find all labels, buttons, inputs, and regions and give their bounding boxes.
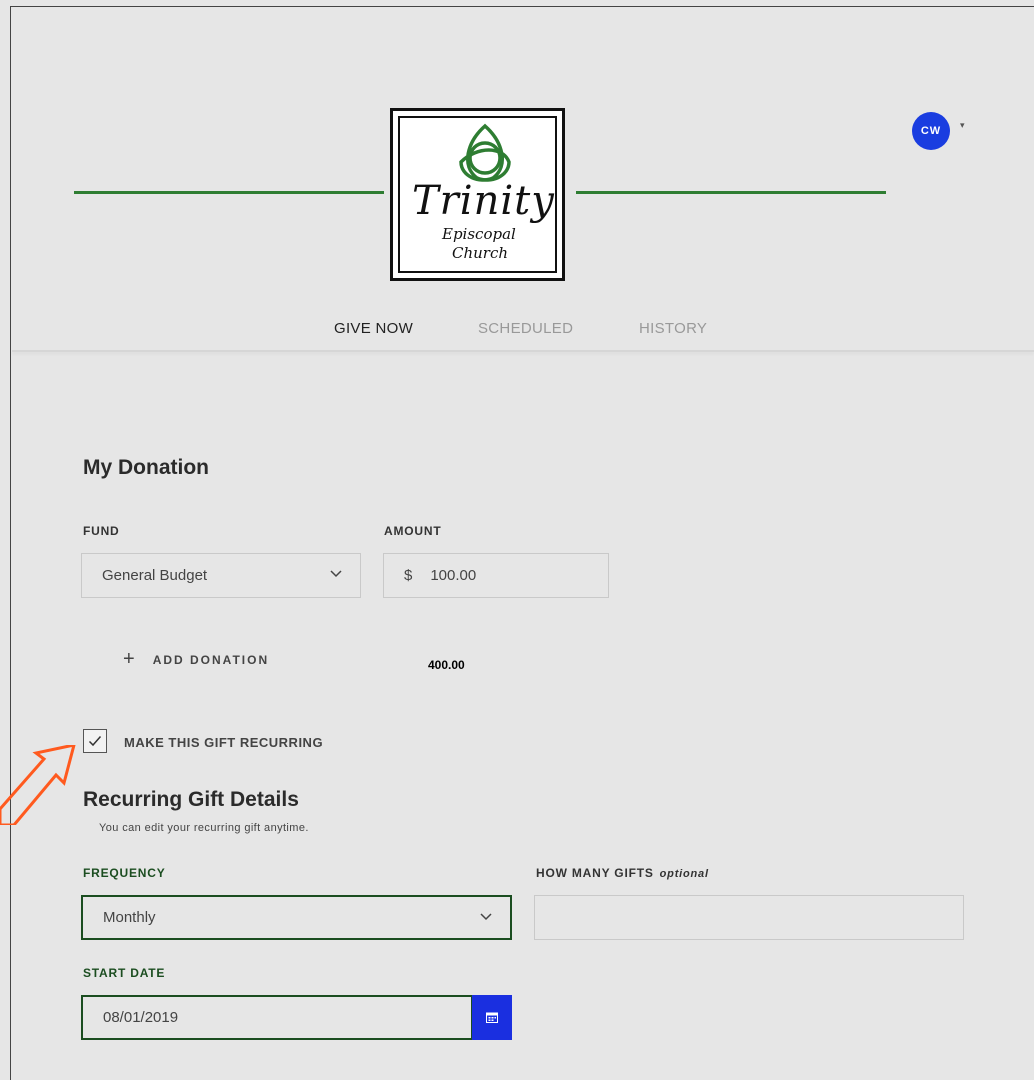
fund-select-value: General Budget (102, 567, 208, 584)
chevron-down-icon (330, 566, 342, 581)
church-logo: Trinity Episcopal Church (390, 108, 565, 281)
user-avatar[interactable]: CW (912, 112, 950, 150)
logo-text-church: Church (452, 244, 509, 262)
recurring-checkbox[interactable] (83, 729, 107, 753)
tabs-divider (12, 350, 1034, 352)
currency-symbol: $ (404, 567, 413, 584)
avatar-initials: CW (920, 125, 942, 137)
recurring-details-subtitle: You can edit your recurring gift anytime… (99, 822, 309, 834)
tab-history[interactable]: HISTORY (639, 320, 707, 337)
recurring-checkbox-label[interactable]: MAKE THIS GIFT RECURRING (124, 735, 323, 750)
donation-total: 400.00 (428, 658, 465, 672)
how-many-gifts-label: HOW MANY GIFTS optional (536, 866, 709, 880)
plus-icon: + (123, 648, 135, 670)
triquetra-icon (459, 123, 511, 182)
amount-input[interactable]: $ 100.00 (383, 553, 609, 598)
tab-give-now[interactable]: GIVE NOW (334, 320, 413, 337)
calendar-button[interactable] (472, 995, 512, 1040)
start-date-input[interactable]: 08/01/2019 (81, 995, 473, 1040)
frequency-label: FREQUENCY (83, 866, 166, 880)
tab-scheduled[interactable]: SCHEDULED (478, 320, 573, 337)
amount-label: AMOUNT (384, 524, 442, 538)
start-date-value: 08/01/2019 (103, 1009, 179, 1026)
arrow-annotation (0, 745, 76, 825)
check-icon (88, 736, 102, 747)
header-divider-right (576, 191, 886, 194)
recurring-details-title: Recurring Gift Details (83, 788, 299, 811)
frequency-select[interactable]: Monthly (81, 895, 512, 940)
how-many-gifts-input[interactable] (534, 895, 964, 940)
logo-text-episcopal: Episcopal (442, 225, 516, 243)
chevron-down-icon (480, 909, 492, 924)
amount-value: 100.00 (430, 567, 477, 584)
fund-label: FUND (83, 524, 120, 538)
user-menu-caret-icon[interactable]: ▾ (960, 120, 965, 131)
frequency-select-value: Monthly (103, 909, 156, 926)
calendar-icon (486, 1012, 498, 1023)
logo-text-trinity: Trinity (412, 178, 555, 224)
my-donation-title: My Donation (83, 456, 209, 479)
header-divider-left (74, 191, 384, 194)
add-donation-label: ADD DONATION (152, 652, 270, 667)
how-many-gifts-label-text: HOW MANY GIFTS (536, 866, 654, 880)
optional-hint: optional (659, 868, 709, 880)
add-donation-button[interactable]: + ADD DONATION (123, 648, 269, 671)
start-date-label: START DATE (83, 966, 166, 980)
fund-select[interactable]: General Budget (81, 553, 361, 598)
